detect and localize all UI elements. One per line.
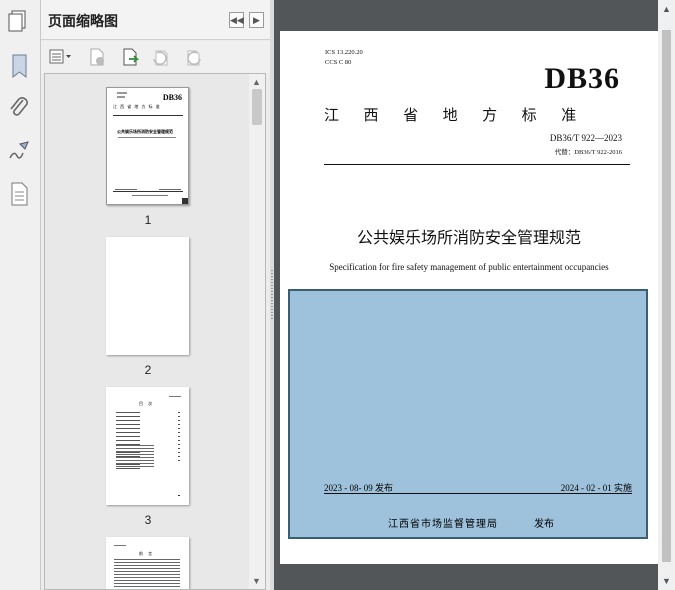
- expand-right-icon[interactable]: ▶: [249, 12, 264, 28]
- document-scrollbar[interactable]: ▲ ▼: [658, 0, 675, 590]
- rotate-left-icon[interactable]: [151, 47, 171, 67]
- ics-code: ICS 13.220.20: [325, 49, 363, 56]
- region-heading: 江 西 省 地 方 标 准: [324, 106, 582, 124]
- document-title-cn: 公共娱乐场所消防安全管理规范: [356, 228, 581, 247]
- header-rule: [324, 164, 630, 165]
- scrollbar-thumb[interactable]: [662, 30, 671, 562]
- scroll-up-icon[interactable]: ▲: [662, 4, 671, 14]
- footer-rule: [324, 493, 632, 494]
- document-view[interactable]: ICS 13.220.20 CCS C 80 DB36 江 西 省 地 方 标 …: [274, 0, 658, 590]
- options-menu-icon[interactable]: [49, 47, 73, 67]
- page-thumbnails-panel: 页面缩略图 ◀◀ ▶ DB36 江 西 省 地 方 标 准 公共娱乐场所消防安全…: [41, 0, 270, 590]
- scroll-up-icon[interactable]: ▲: [252, 77, 261, 87]
- thumb-preface-heading: 前 言: [139, 551, 155, 556]
- thumbnail-list[interactable]: DB36 江 西 省 地 方 标 准 公共娱乐场所消防安全管理规范 1 2 目 …: [44, 73, 266, 590]
- page-icon[interactable]: [6, 180, 32, 208]
- panels-icon[interactable]: [6, 8, 32, 36]
- thumbnail-toolbar: [41, 41, 270, 73]
- thumb-standard-code: DB36: [162, 93, 182, 102]
- attachment-icon[interactable]: [6, 94, 32, 122]
- thumbnail-label: 1: [144, 213, 152, 227]
- rotate-right-icon[interactable]: [183, 47, 203, 67]
- panel-header: 页面缩略图 ◀◀ ▶: [41, 0, 270, 40]
- thumbnail-page-1[interactable]: DB36 江 西 省 地 方 标 准 公共娱乐场所消防安全管理规范: [106, 87, 189, 205]
- standard-code: DB36: [544, 62, 620, 95]
- thumbnail-scrollbar[interactable]: ▲ ▼: [249, 74, 265, 589]
- bookmark-icon[interactable]: [6, 52, 32, 80]
- panel-title: 页面缩略图: [48, 14, 118, 30]
- ccs-code: CCS C 80: [325, 59, 352, 66]
- thumbnail-page-4[interactable]: 前 言: [106, 537, 189, 589]
- scroll-down-icon[interactable]: ▼: [662, 576, 671, 586]
- insert-page-icon[interactable]: [121, 47, 141, 67]
- scroll-down-icon[interactable]: ▼: [252, 576, 261, 586]
- thumb-region: 江 西 省 地 方 标 准: [113, 104, 161, 109]
- thumbnail-label: 3: [144, 513, 152, 527]
- standard-number: DB36/T 922—2023: [549, 133, 622, 143]
- replaces-note: 代替：DB36/T 922-2016: [554, 149, 622, 156]
- left-navigation-rail: [0, 0, 41, 590]
- signature-icon[interactable]: [6, 138, 32, 166]
- delete-page-icon[interactable]: [88, 47, 108, 67]
- collapse-left-icon[interactable]: ◀◀: [229, 12, 244, 28]
- issuer: 江西省市场监督管理局: [388, 519, 498, 530]
- thumb-doc-title: 公共娱乐场所消防安全管理规范: [117, 129, 173, 134]
- issuer-action: 发布: [534, 519, 554, 530]
- thumbnail-page-3[interactable]: 目 次: [106, 387, 189, 505]
- thumbnail-page-2[interactable]: [106, 237, 189, 355]
- selection-highlight[interactable]: 2023 - 08- 09 发布 2024 - 02 - 01 实施 江西省市场…: [288, 289, 648, 539]
- thumbnail-label: 2: [144, 363, 152, 377]
- document-title-en: Specification for fire safety management…: [329, 262, 609, 272]
- scrollbar-thumb[interactable]: [252, 89, 262, 125]
- thumb-contents-heading: 目 次: [139, 401, 155, 406]
